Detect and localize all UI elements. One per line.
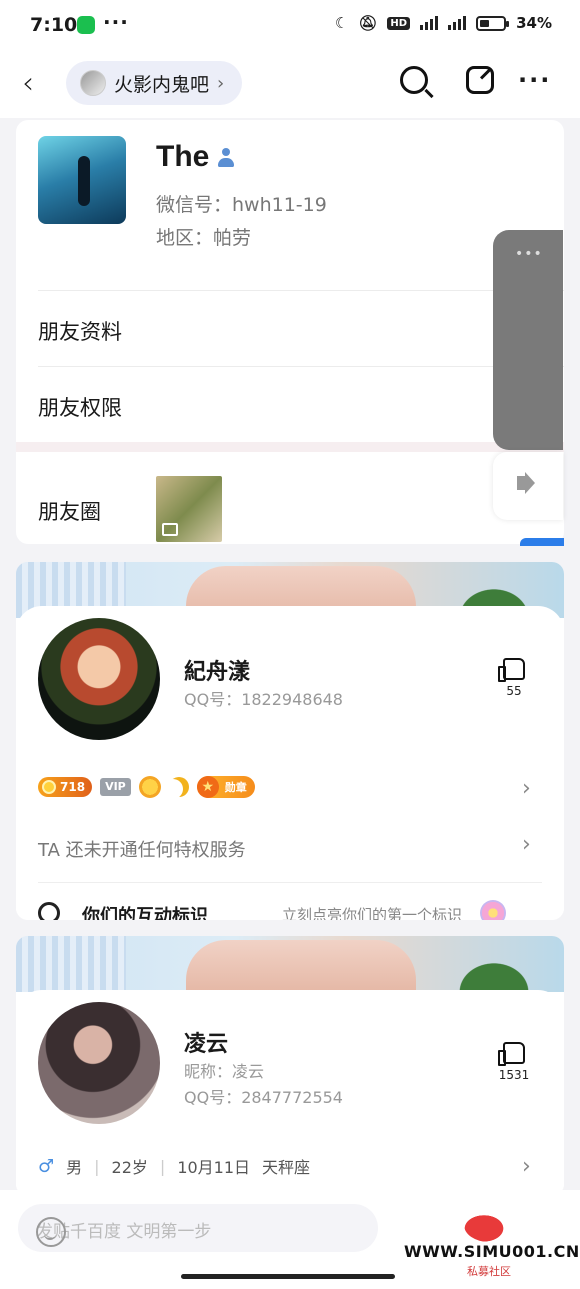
wechat-name: The [156, 140, 210, 173]
divider [38, 366, 564, 367]
hd-icon: HD [387, 16, 411, 30]
watermark-logo [464, 1208, 514, 1242]
speaker-icon [517, 472, 535, 494]
qq-card-body: 凌云 昵称：凌云 QQ号：2847772554 1531 ♂ 男 | 22岁 |… [16, 990, 564, 1196]
interaction-label: 你们的互动标识 [82, 906, 208, 920]
bottom-bar: 发贴千百度 文明第一步 WWW.SIMU001.CN 私募社区 [0, 1190, 580, 1289]
chevron-right-icon: › [217, 72, 225, 94]
friend-profile-row[interactable]: 朋友资料 [38, 316, 122, 346]
divider [38, 290, 564, 291]
more-icon: ··· [518, 66, 552, 94]
floating-panel[interactable]: ••• [493, 230, 563, 450]
moon-badge-icon [169, 777, 189, 797]
volume-button[interactable] [493, 452, 563, 520]
wechat-id: 微信号：hwh11-19 [156, 194, 327, 216]
watermark-subtitle: 私募社区 [467, 1265, 511, 1278]
thumbs-up-icon [498, 658, 525, 682]
level-coin-badge: 718 [38, 777, 93, 797]
vip-badge: VIP [100, 778, 131, 796]
like-button[interactable]: 1531 [494, 1042, 534, 1082]
chevron-right-icon[interactable]: › [522, 1154, 531, 1179]
qq-number: QQ号：1822948648 [184, 690, 343, 709]
wechat-notification-icon [77, 16, 95, 34]
signal-5g-icon [420, 16, 439, 30]
male-icon: ♂ [38, 1155, 55, 1177]
battery-percent: 34% [516, 14, 552, 32]
sun-icon [138, 776, 161, 798]
blue-edge-tab[interactable] [520, 538, 564, 546]
status-time: 7:10 [30, 14, 78, 36]
home-indicator[interactable] [181, 1274, 395, 1279]
forum-avatar [80, 70, 106, 96]
moments-row[interactable]: 朋友圈 [38, 496, 101, 526]
like-count: 1531 [498, 1068, 530, 1082]
friend-permissions-row[interactable]: 朋友权限 [38, 392, 122, 422]
zodiac: 天秤座 [262, 1158, 311, 1177]
qq-profile-card-1: 紀舟漾 QQ号：1822948648 55 718 VIP ★ 勋章 › TA 还… [16, 562, 564, 920]
forum-name: 火影内鬼吧 [114, 73, 210, 96]
signal-4g-icon [448, 16, 467, 30]
wechat-profile-card: The 微信号：hwh11-19 地区：帕劳 朋友资料 朋友权限 朋友圈 [16, 120, 564, 544]
star-icon: ★ [196, 776, 219, 798]
qq-avatar[interactable] [38, 1002, 160, 1124]
chevron-right-icon[interactable]: › [522, 832, 531, 857]
gender: 男 [66, 1158, 83, 1177]
privilege-text[interactable]: TA 还未开通任何特权服务 [38, 836, 246, 862]
qq-card-body: 紀舟漾 QQ号：1822948648 55 718 VIP ★ 勋章 › TA 还… [16, 606, 564, 920]
battery-icon [476, 15, 510, 31]
post-input[interactable]: 发贴千百度 文明第一步 [18, 1204, 378, 1252]
status-right-cluster: ☾ 🔕︎ HD 34% [335, 14, 552, 32]
status-more-notifications: ··· [103, 10, 129, 34]
interaction-hint: 立刻点亮你们的第一个标识 [282, 906, 463, 920]
honor-badge: ★ 勋章 [196, 776, 255, 798]
person-icon [216, 148, 236, 168]
qq-number: QQ号：2847772554 [184, 1088, 343, 1107]
profile-info-row[interactable]: ♂ 男 | 22岁 | 10月11日 天秤座 [38, 1154, 310, 1178]
age: 22岁 [111, 1158, 148, 1177]
flower-icon [480, 900, 506, 920]
mute-icon: 🔕︎ [358, 14, 378, 32]
edit-icon [466, 66, 494, 94]
compose-button[interactable] [466, 66, 500, 100]
section-gap [16, 442, 564, 452]
wechat-region: 地区：帕劳 [156, 227, 252, 249]
watermark: WWW.SIMU001.CN 私募社区 [404, 1208, 580, 1279]
emoji-icon[interactable] [36, 1217, 66, 1247]
wechat-avatar[interactable] [38, 136, 126, 224]
watermark-url: WWW.SIMU001.CN [404, 1242, 580, 1261]
gear-icon [38, 902, 60, 920]
badge-row[interactable]: 718 VIP ★ 勋章 [38, 776, 255, 798]
like-button[interactable]: 55 [494, 658, 534, 698]
qq-nickname: 昵称：凌云 [184, 1062, 265, 1081]
qq-avatar[interactable] [38, 618, 160, 740]
moments-video-thumbnail[interactable] [156, 476, 222, 542]
moon-icon: ☾ [334, 14, 349, 32]
more-button[interactable]: ··· [518, 66, 552, 100]
qq-profile-card-2: 凌云 昵称：凌云 QQ号：2847772554 1531 ♂ 男 | 22岁 |… [16, 936, 564, 1196]
qq-name: 凌云 [184, 1032, 229, 1057]
qq-name: 紀舟漾 [184, 660, 251, 685]
search-button[interactable] [400, 66, 434, 100]
chevron-right-icon[interactable]: › [522, 776, 531, 801]
divider [38, 882, 542, 883]
forum-chip[interactable]: 火影内鬼吧 › [66, 61, 243, 105]
back-button[interactable]: ‹ [22, 66, 34, 101]
like-count: 55 [506, 684, 522, 698]
birthday: 10月11日 [177, 1158, 251, 1177]
interaction-marks-row[interactable]: 你们的互动标识 立刻点亮你们的第一个标识 [38, 900, 548, 920]
profile-banner [16, 936, 564, 992]
top-nav: ‹ 火影内鬼吧 › ··· [0, 52, 580, 118]
search-icon [400, 66, 428, 94]
thumbs-up-icon [498, 1042, 525, 1066]
status-bar: 7:10 ··· ☾ 🔕︎ HD 34% [0, 0, 580, 52]
